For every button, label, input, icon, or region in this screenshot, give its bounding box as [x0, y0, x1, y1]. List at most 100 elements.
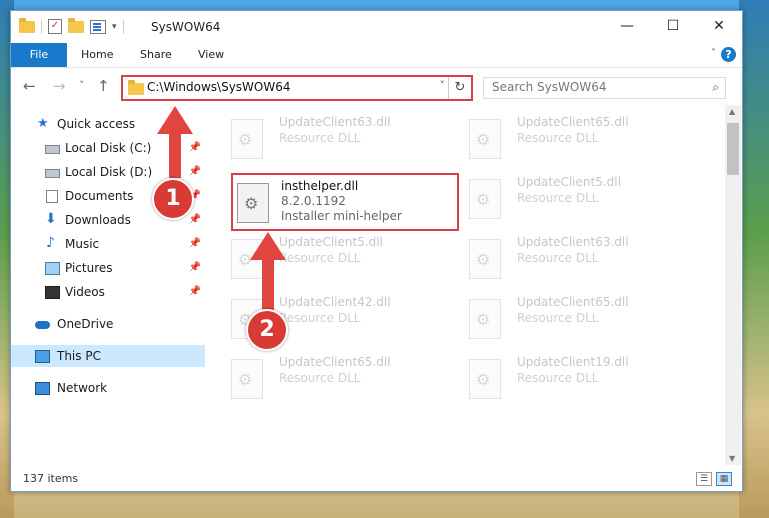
file-version: 8.2.0.1192 — [281, 194, 346, 208]
computer-icon — [35, 350, 50, 363]
dll-file-icon — [469, 179, 501, 219]
file-item[interactable]: UpdateClient63.dll Resource DLL — [209, 113, 439, 163]
file-item[interactable]: UpdateClient5.dll Resource DLL — [209, 233, 439, 283]
large-icons-view-icon[interactable]: ▦ — [716, 472, 732, 486]
customize-toolbar-chevron-icon[interactable]: ▾ — [112, 22, 117, 32]
music-icon: ♪ — [46, 235, 55, 251]
file-name: UpdateClient63.dll — [279, 115, 391, 129]
file-item[interactable]: UpdateClient65.dll Resource DLL — [447, 293, 677, 343]
network-icon — [35, 382, 50, 395]
arrow-shaft — [169, 132, 181, 178]
file-item[interactable]: UpdateClient19.dll Resource DLL — [447, 353, 677, 403]
tab-file[interactable]: File — [11, 43, 67, 67]
file-name: UpdateClient42.dll — [279, 295, 391, 309]
file-name: insthelper.dll — [281, 179, 359, 193]
pin-icon[interactable]: 📌 — [189, 137, 201, 159]
arrow-up-icon — [250, 232, 286, 260]
explorer-window: ✓ ▾ SysWOW64 — ☐ ✕ File Home Share View … — [10, 10, 743, 492]
new-folder-icon[interactable] — [68, 17, 84, 33]
forward-button[interactable]: → — [53, 77, 66, 95]
sidebar-item-label: Quick access — [57, 117, 136, 131]
properties-icon[interactable] — [90, 19, 106, 34]
document-icon — [46, 190, 58, 203]
address-bar[interactable]: C:\Windows\SysWOW64 ˅ ↻ — [121, 75, 473, 101]
sidebar-item-label: Videos — [65, 285, 105, 299]
file-description: Resource DLL — [517, 131, 599, 145]
scrollbar-thumb[interactable] — [727, 123, 739, 175]
dll-file-icon — [469, 299, 501, 339]
divider — [41, 19, 42, 34]
maximize-button[interactable]: ☐ — [650, 11, 696, 43]
search-box[interactable]: Search SysWOW64 ⌕ — [483, 77, 726, 99]
up-button[interactable]: ↑ — [97, 77, 110, 95]
recent-locations-button[interactable]: ˅ — [79, 79, 85, 92]
title-bar: ✓ ▾ SysWOW64 — ☐ ✕ — [11, 11, 742, 43]
back-button[interactable]: ← — [23, 77, 36, 95]
desktop-background-right — [739, 0, 769, 518]
download-icon: ⬇ — [45, 211, 57, 227]
help-button[interactable]: ? — [721, 47, 736, 62]
sidebar-item-this-pc[interactable]: This PC — [11, 345, 205, 367]
file-description: Resource DLL — [279, 131, 361, 145]
file-list: UpdateClient63.dll Resource DLL insthelp… — [209, 105, 721, 465]
video-icon — [45, 286, 60, 299]
address-dropdown-icon[interactable]: ˅ — [440, 79, 446, 92]
file-item[interactable]: UpdateClient63.dll Resource DLL — [447, 233, 677, 283]
sidebar-item-label: Music — [65, 237, 100, 251]
scroll-up-icon[interactable]: ▲ — [729, 107, 735, 116]
dll-file-icon — [469, 359, 501, 399]
arrow-up-icon — [157, 106, 193, 134]
item-count: 137 items — [23, 472, 79, 485]
file-item[interactable]: UpdateClient65.dll Resource DLL — [209, 353, 439, 403]
ribbon: File Home Share View ˅ ? — [11, 43, 742, 68]
file-description: Resource DLL — [279, 311, 361, 325]
navigation-bar: ← → ˅ ↑ C:\Windows\SysWOW64 ˅ ↻ Search S… — [11, 68, 742, 104]
sidebar-item-onedrive[interactable]: OneDrive — [11, 313, 205, 335]
scroll-down-icon[interactable]: ▼ — [729, 454, 735, 463]
expand-ribbon-chevron-icon[interactable]: ˅ — [711, 48, 716, 59]
step-badge-1: 1 — [152, 178, 194, 220]
sidebar-item-pictures[interactable]: Pictures 📌 — [11, 257, 205, 279]
file-name: UpdateClient65.dll — [279, 355, 391, 369]
disk-icon — [45, 169, 60, 178]
pin-icon[interactable]: 📌 — [189, 209, 201, 231]
cloud-icon — [35, 321, 50, 329]
step-badge-2: 2 — [246, 309, 288, 351]
pin-icon[interactable]: 📌 — [189, 281, 201, 303]
divider — [122, 19, 124, 34]
search-placeholder[interactable]: Search SysWOW64 — [492, 80, 606, 94]
sidebar-item-music[interactable]: ♪ Music 📌 — [11, 233, 205, 255]
arrow-shaft — [262, 258, 274, 310]
details-view-icon[interactable]: ☰ — [696, 472, 712, 486]
properties-check-icon[interactable]: ✓ — [48, 19, 62, 34]
file-item[interactable]: UpdateClient42.dll Resource DLL — [209, 293, 439, 343]
vertical-scrollbar[interactable]: ▲ ▼ — [725, 105, 741, 465]
dll-file-icon — [231, 359, 263, 399]
pin-icon[interactable]: 📌 — [189, 257, 201, 279]
view-toggle: ☰ ▦ — [696, 472, 732, 486]
tab-view[interactable]: View — [198, 43, 224, 67]
sidebar-item-videos[interactable]: Videos 📌 — [11, 281, 205, 303]
folder-icon — [128, 80, 144, 95]
tab-share[interactable]: Share — [140, 43, 172, 67]
file-item-insthelper[interactable]: insthelper.dll 8.2.0.1192 Installer mini… — [231, 173, 459, 231]
dll-file-icon — [469, 239, 501, 279]
minimize-button[interactable]: — — [604, 11, 650, 43]
file-name: UpdateClient5.dll — [279, 235, 383, 249]
pin-icon[interactable]: 📌 — [189, 161, 201, 183]
sidebar-item-label: This PC — [57, 349, 101, 363]
disk-icon — [45, 145, 60, 154]
quick-access-toolbar: ✓ ▾ — [19, 17, 124, 34]
file-item[interactable]: UpdateClient5.dll Resource DLL — [447, 173, 677, 223]
file-description: Resource DLL — [279, 371, 361, 385]
close-button[interactable]: ✕ — [696, 11, 742, 43]
pin-icon[interactable]: 📌 — [189, 233, 201, 255]
search-icon: ⌕ — [712, 80, 719, 94]
file-description: Installer mini-helper — [281, 209, 402, 223]
file-name: UpdateClient65.dll — [517, 115, 629, 129]
refresh-button[interactable]: ↻ — [448, 77, 471, 99]
sidebar-item-network[interactable]: Network — [11, 377, 205, 399]
address-path[interactable]: C:\Windows\SysWOW64 — [147, 80, 291, 94]
file-item[interactable]: UpdateClient65.dll Resource DLL — [447, 113, 677, 163]
tab-home[interactable]: Home — [81, 43, 113, 67]
